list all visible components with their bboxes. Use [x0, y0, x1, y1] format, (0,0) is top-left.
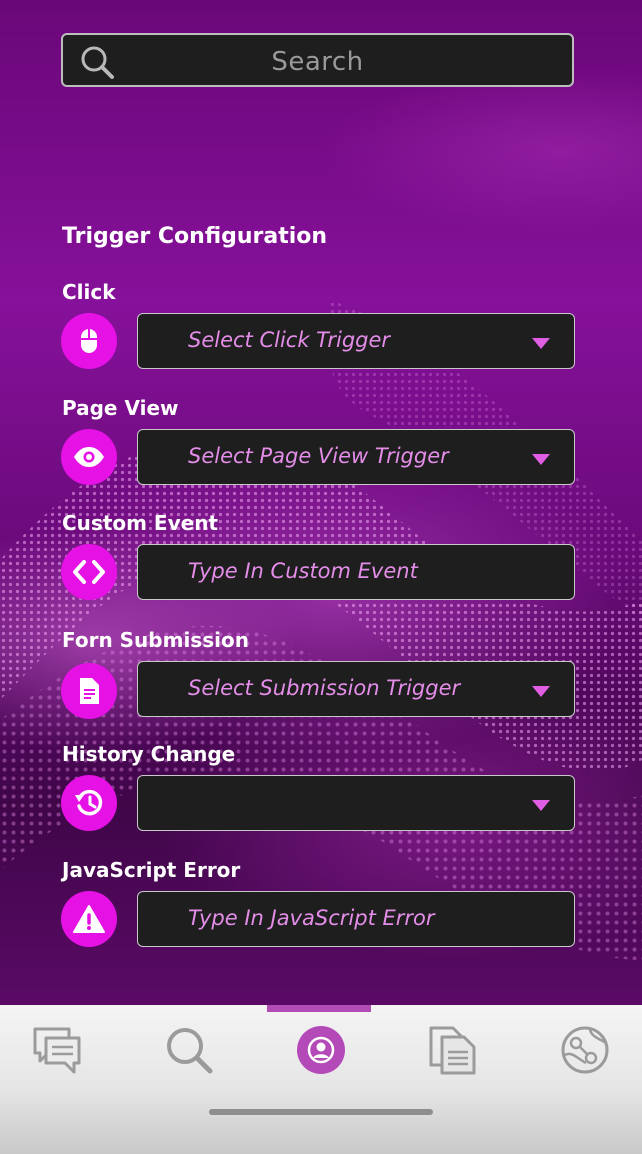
page-view-trigger-select[interactable]: Select Page View Trigger [137, 429, 575, 485]
active-tab-indicator [267, 1005, 371, 1012]
chevron-down-icon [532, 800, 550, 811]
javascript-error-label: JavaScript Error [62, 858, 241, 882]
section-title: Trigger Configuration [62, 224, 328, 249]
custom-event-label: Custom Event [62, 511, 218, 535]
search-placeholder: Search [271, 47, 364, 77]
chevron-down-icon [532, 338, 550, 349]
page-view-label: Page View [62, 396, 179, 420]
home-indicator[interactable] [209, 1109, 433, 1115]
warning-icon[interactable] [61, 891, 117, 947]
submission-trigger-placeholder: Select Submission Trigger [188, 676, 461, 700]
history-change-label: History Change [62, 742, 236, 766]
profile-icon[interactable] [295, 1024, 347, 1076]
search-bar[interactable]: Search [61, 33, 574, 87]
javascript-error-placeholder: Type In JavaScript Error [188, 906, 435, 930]
custom-event-input[interactable]: Type In Custom Event [137, 544, 575, 600]
form-submission-label: Forn Submission [62, 628, 249, 652]
background-wave-image [0, 0, 642, 1005]
chat-icon[interactable] [31, 1024, 83, 1076]
page-view-trigger-placeholder: Select Page View Trigger [188, 444, 449, 468]
search-icon[interactable] [163, 1024, 215, 1076]
history-change-select[interactable] [137, 775, 575, 831]
documents-icon[interactable] [427, 1024, 479, 1076]
document-icon[interactable] [61, 663, 117, 719]
custom-event-placeholder: Type In Custom Event [188, 559, 418, 583]
eye-icon[interactable] [61, 429, 117, 485]
chevron-down-icon [532, 454, 550, 465]
click-label: Click [62, 280, 116, 304]
submission-trigger-select[interactable]: Select Submission Trigger [137, 661, 575, 717]
mouse-icon[interactable] [61, 313, 117, 369]
chevron-down-icon [532, 686, 550, 697]
click-trigger-placeholder: Select Click Trigger [188, 328, 391, 352]
globe-icon[interactable] [559, 1024, 611, 1076]
code-icon[interactable] [61, 544, 117, 600]
javascript-error-input[interactable]: Type In JavaScript Error [137, 891, 575, 947]
profile-active-circle [297, 1026, 345, 1074]
click-trigger-select[interactable]: Select Click Trigger [137, 313, 575, 369]
history-icon[interactable] [61, 775, 117, 831]
